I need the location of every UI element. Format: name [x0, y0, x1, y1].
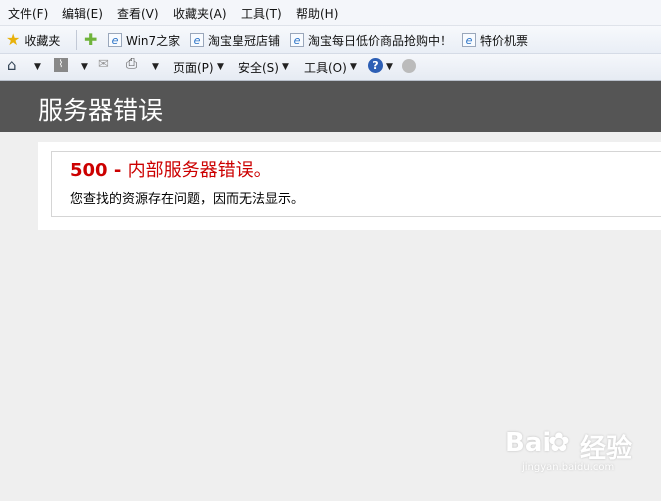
watermark-brand2: 经验 — [580, 434, 633, 464]
fav-link-flights[interactable]: e 特价机票 — [462, 31, 528, 49]
menu-file[interactable]: 文件(F) — [8, 5, 48, 22]
add-to-favorites-bar-icon: ✚ — [84, 30, 98, 49]
menu-help[interactable]: 帮助(H) — [296, 5, 338, 22]
page-menu[interactable]: 页面(P) — [173, 59, 214, 76]
fav-link-taobao-crown[interactable]: e 淘宝皇冠店铺 — [190, 31, 280, 49]
menu-bar: 文件(F) 编辑(E) 查看(V) 收藏夹(A) 工具(T) 帮助(H) — [0, 0, 661, 26]
add-favorite-button[interactable]: ✚ — [84, 31, 101, 49]
home-icon[interactable]: ⌂ — [7, 56, 17, 74]
ie-page-icon: e — [108, 33, 122, 47]
page-title: 服务器错误 — [38, 96, 164, 125]
feeds-dropdown-icon[interactable]: ▼ — [81, 62, 88, 72]
error-code: 500 - — [70, 160, 128, 181]
research-icon[interactable] — [402, 59, 416, 73]
ie-page-icon: e — [462, 33, 476, 47]
error-title: 内部服务器错误。 — [127, 160, 272, 181]
tools-menu[interactable]: 工具(O) — [304, 59, 347, 76]
tools-dropdown-icon[interactable]: ▼ — [350, 62, 357, 72]
command-bar: ⌂ ▼ ⌇ ▼ ✉ ⎙ ▼ 页面(P) ▼ 安全(S) ▼ 工具(O) ▼ ? … — [0, 54, 661, 81]
favorites-bar: ★ 收藏夹 ✚ e Win7之家 e 淘宝皇冠店铺 e 淘宝每日低价商品抢购中！… — [0, 26, 661, 54]
ie-page-icon: e — [190, 33, 204, 47]
help-icon[interactable]: ? — [368, 58, 383, 73]
feeds-icon[interactable]: ⌇ — [54, 58, 68, 72]
help-dropdown-icon[interactable]: ▼ — [386, 62, 393, 72]
print-dropdown-icon[interactable]: ▼ — [152, 62, 159, 72]
favorites-button[interactable]: ★ 收藏夹 — [6, 31, 60, 49]
fav-link-taobao-daily[interactable]: e 淘宝每日低价商品抢购中！ — [290, 31, 452, 49]
fav-link-label: 特价机票 — [480, 33, 529, 48]
ie-page-icon: e — [290, 33, 304, 47]
menu-tools[interactable]: 工具(T) — [241, 5, 282, 22]
fav-link-label: Win7之家 — [126, 33, 181, 48]
error-message: 您查找的资源存在问题，因而无法显示。 — [70, 192, 305, 207]
watermark-url: jingyan.baidu.com — [522, 462, 615, 473]
paw-logo-icon: ✿ — [548, 428, 570, 458]
menu-view[interactable]: 查看(V) — [117, 5, 159, 22]
safety-menu[interactable]: 安全(S) — [238, 59, 279, 76]
watermark-brand: Bai — [505, 428, 552, 458]
page-dropdown-icon[interactable]: ▼ — [217, 62, 224, 72]
favorites-label: 收藏夹 — [24, 33, 61, 48]
error-panel: 500 - 内部服务器错误。 您查找的资源存在问题，因而无法显示。 — [38, 142, 661, 230]
fav-link-win7[interactable]: e Win7之家 — [108, 31, 180, 49]
fav-link-label: 淘宝每日低价商品抢购中！ — [308, 33, 453, 48]
menu-edit[interactable]: 编辑(E) — [62, 5, 103, 22]
menu-favorites[interactable]: 收藏夹(A) — [173, 5, 227, 22]
fav-link-label: 淘宝皇冠店铺 — [208, 33, 281, 48]
error-heading: 500 - 内部服务器错误。 — [70, 156, 272, 182]
star-icon: ★ — [6, 30, 21, 49]
toolbar-separator — [76, 30, 77, 50]
safety-dropdown-icon[interactable]: ▼ — [282, 62, 289, 72]
home-dropdown-icon[interactable]: ▼ — [34, 62, 41, 72]
error-box: 500 - 内部服务器错误。 您查找的资源存在问题，因而无法显示。 — [51, 151, 661, 217]
page-header: 服务器错误 — [0, 81, 661, 132]
print-icon[interactable]: ⎙ — [126, 56, 137, 72]
mail-icon[interactable]: ✉ — [98, 57, 109, 72]
